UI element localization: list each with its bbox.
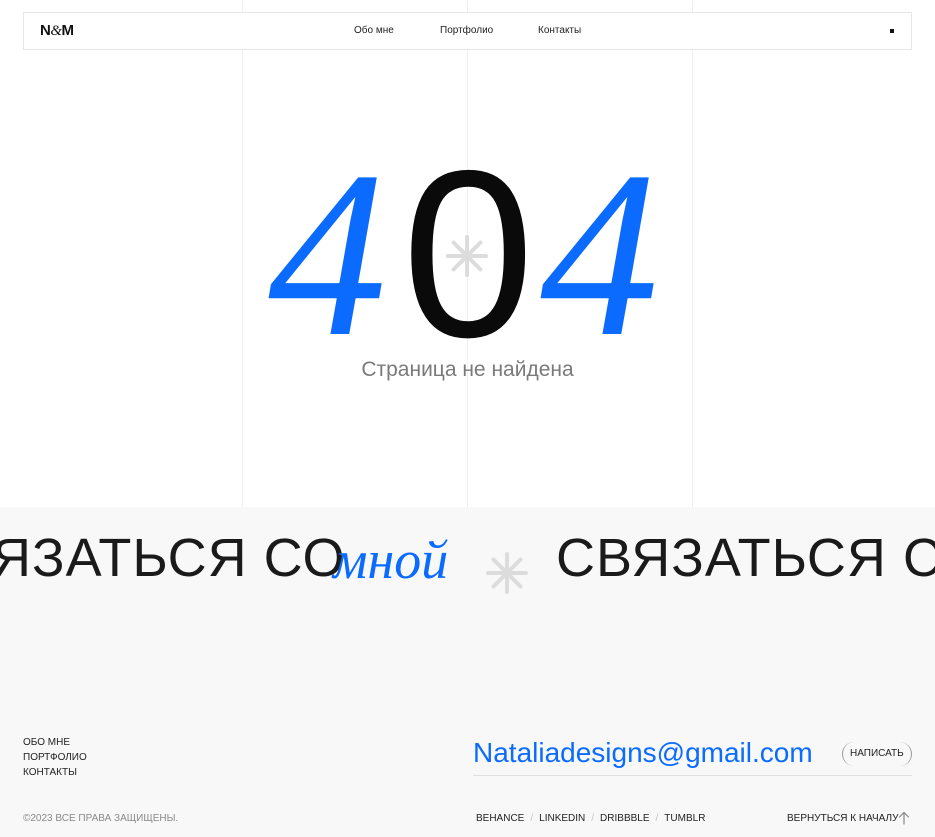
social-separator: / <box>655 813 659 824</box>
footer-link-portfolio[interactable]: ПОРТФОЛИО <box>23 750 87 765</box>
nav-link-about[interactable]: Обо мне <box>354 25 394 36</box>
social-separator: / <box>530 813 534 824</box>
logo-ampersand: & <box>50 23 62 39</box>
asterisk-icon <box>486 552 528 594</box>
email-link[interactable]: Nataliadesigns@gmail.com <box>473 737 813 769</box>
footer-area: ЯЗАТЬСЯ СО мной СВЯЗАТЬСЯ СО ОБО МНЕ ПОР… <box>0 507 935 837</box>
write-button[interactable]: НАПИСАТЬ <box>842 742 912 766</box>
site-header: N&M Обо мне Портфолио Контакты <box>23 12 912 50</box>
asterisk-icon <box>446 235 488 277</box>
error-digit-first: 4 <box>268 123 387 386</box>
error-message: Страница не найдена <box>361 358 574 381</box>
back-to-top-link[interactable]: ВЕРНУТЬСЯ К НАЧАЛУ <box>787 813 898 824</box>
footer-link-about[interactable]: ОБО МНЕ <box>23 735 87 750</box>
contact-marquee[interactable]: ЯЗАТЬСЯ СО мной СВЯЗАТЬСЯ СО <box>0 527 935 597</box>
nav-link-contacts[interactable]: Контакты <box>538 25 581 36</box>
logo-right: M <box>61 22 75 39</box>
social-link-dribbble[interactable]: DRIBBBLE <box>600 813 649 824</box>
logo[interactable]: N&M <box>40 22 74 40</box>
nav-link-portfolio[interactable]: Портфолио <box>440 25 493 36</box>
social-separator: / <box>591 813 595 824</box>
social-link-tumblr[interactable]: TUMBLR <box>664 813 705 824</box>
social-links: BEHANCE / LINKEDIN / DRIBBBLE / TUMBLR <box>476 813 705 824</box>
menu-square-icon[interactable] <box>890 29 894 33</box>
marquee-text: СВЯЗАТЬСЯ СО <box>556 528 935 588</box>
footer-link-contacts[interactable]: КОНТАКТЫ <box>23 765 87 780</box>
footer-divider <box>473 775 912 776</box>
marquee-text: ЯЗАТЬСЯ СО <box>0 528 346 588</box>
marquee-accent: мной <box>333 530 449 590</box>
logo-left: N <box>40 22 51 39</box>
social-link-behance[interactable]: BEHANCE <box>476 813 524 824</box>
arrow-up-icon[interactable] <box>898 811 910 825</box>
error-digit-last: 4 <box>540 123 659 386</box>
copyright: ©2023 ВСЕ ПРАВА ЗАЩИЩЕНЫ. <box>23 813 179 824</box>
social-link-linkedin[interactable]: LINKEDIN <box>539 813 585 824</box>
footer-nav: ОБО МНЕ ПОРТФОЛИО КОНТАКТЫ <box>23 735 87 780</box>
